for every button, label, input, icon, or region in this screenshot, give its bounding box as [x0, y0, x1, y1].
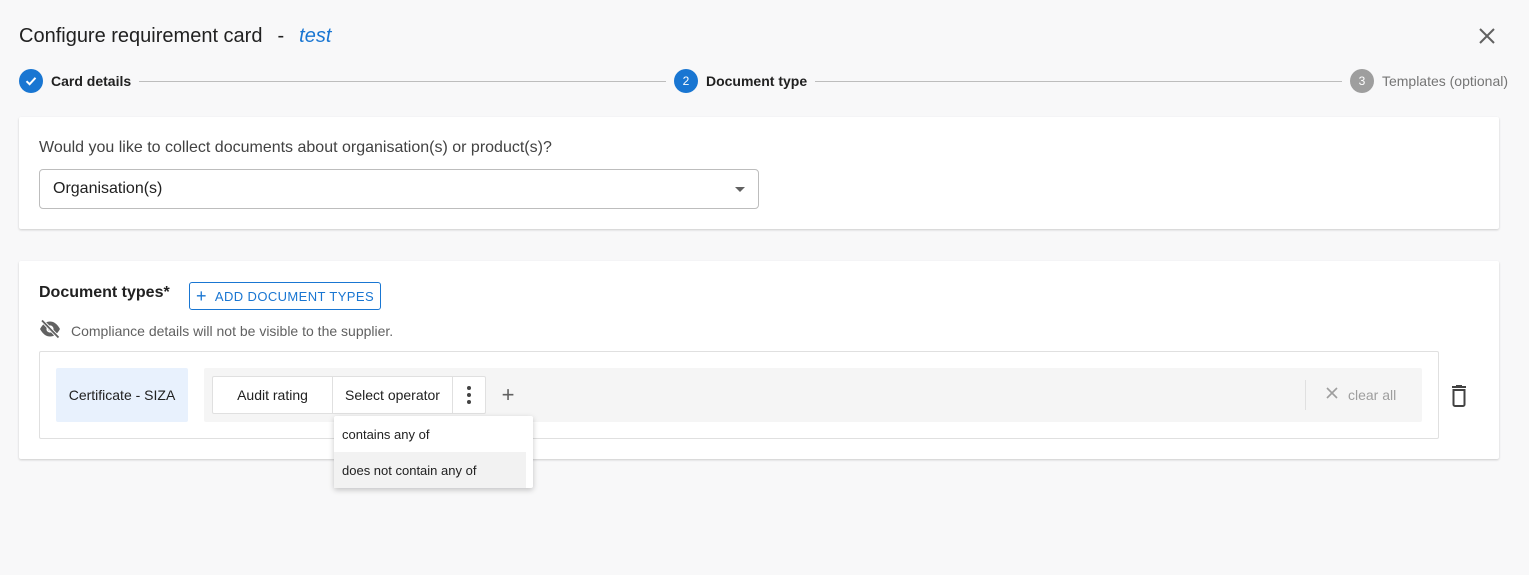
clear-all-button[interactable]: clear all [1305, 380, 1422, 410]
more-vertical-icon[interactable] [453, 377, 485, 413]
check-icon [19, 69, 43, 93]
step-number: 2 [673, 69, 698, 93]
document-type-chip: Certificate - SIZA [56, 368, 188, 422]
select-value: Organisation(s) [53, 180, 163, 197]
collect-about-panel: Would you like to collect documents abou… [19, 117, 1499, 229]
step-templates[interactable]: 3 Templates (optional) [1349, 69, 1509, 93]
filter-bar: Audit rating Select operator + clear all [204, 368, 1422, 422]
document-types-title: Document types* [39, 284, 170, 301]
close-icon[interactable] [1475, 24, 1499, 48]
eye-off-icon [39, 318, 61, 344]
filter-group: Audit rating Select operator [212, 376, 486, 414]
operator-option-does-not-contain-any[interactable]: does not contain any of [334, 452, 526, 488]
add-document-types-button[interactable]: + ADD DOCUMENT TYPES [189, 282, 381, 310]
plus-icon: + [195, 286, 207, 306]
filter-operator-select[interactable]: Select operator [333, 377, 453, 413]
dialog-title: Configure requirement card [19, 24, 263, 47]
title-separator: - [277, 24, 285, 47]
operator-dropdown: contains any of does not contain any of [334, 416, 533, 488]
stepper: Card details 2 Document type 3 Templates… [19, 69, 1508, 93]
step-label: Templates (optional) [1381, 73, 1509, 89]
step-card-details[interactable]: Card details [19, 69, 131, 93]
add-document-types-label: ADD DOCUMENT TYPES [214, 288, 375, 304]
filter-attribute[interactable]: Audit rating [213, 377, 333, 413]
step-number: 3 [1349, 69, 1374, 93]
step-label: Document type [705, 73, 808, 89]
visibility-text: Compliance details will not be visible t… [71, 323, 394, 339]
step-label: Card details [51, 73, 132, 89]
document-rule: Certificate - SIZA Audit rating Select o… [39, 351, 1439, 439]
collect-about-select[interactable]: Organisation(s) [39, 169, 759, 209]
document-types-panel: Document types* + ADD DOCUMENT TYPES Com… [19, 261, 1499, 459]
clear-all-label: clear all [1348, 387, 1397, 403]
step-connector [139, 80, 666, 82]
step-connector [815, 80, 1342, 82]
collect-question: Would you like to collect documents abou… [39, 139, 552, 156]
trash-icon[interactable] [1449, 385, 1469, 407]
card-name: test [299, 24, 332, 47]
operator-option-contains-any[interactable]: contains any of [334, 416, 533, 452]
dialog-header: Configure requirement card - test [19, 22, 331, 50]
step-document-type[interactable]: 2 Document type [673, 69, 808, 93]
visibility-note: Compliance details will not be visible t… [39, 318, 394, 344]
close-small-icon [1326, 386, 1338, 404]
caret-down-icon [735, 187, 745, 192]
add-filter-plus-icon[interactable]: + [498, 384, 518, 406]
